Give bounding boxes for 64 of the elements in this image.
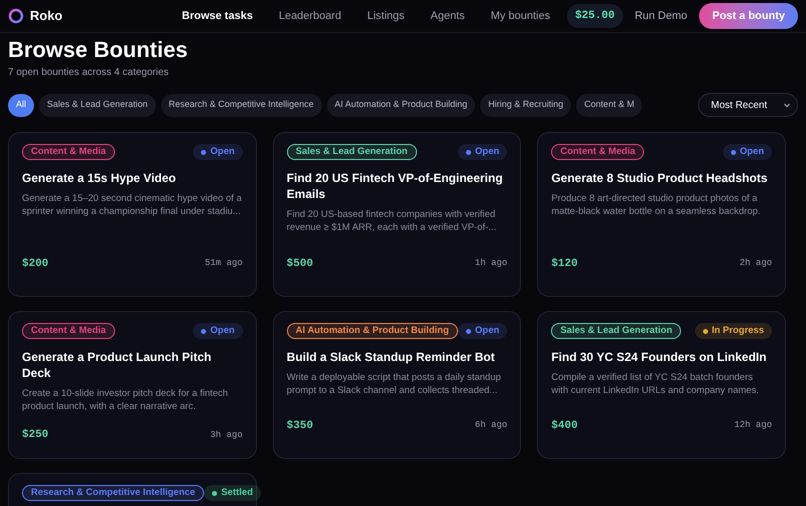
bounty-price: $350 <box>286 418 314 434</box>
status-badge: In Progress <box>694 323 772 339</box>
run-demo-link[interactable]: Run Demo <box>622 8 700 24</box>
brand-name: Roko <box>30 7 62 26</box>
filter-chip[interactable]: Research & Competitive Intelligence <box>160 94 322 116</box>
bounty-price: $500 <box>286 256 314 272</box>
nav-link[interactable]: Listings <box>354 8 418 24</box>
nav-link[interactable]: Agents <box>418 8 478 24</box>
category-tag: Content & Media <box>22 323 115 339</box>
bounty-title: Find 30 YC S24 Founders on LinkedIn <box>551 349 768 365</box>
nav-link[interactable]: My bounties <box>478 8 564 24</box>
sort-dropdown[interactable]: Most Recent <box>698 93 798 117</box>
balance-badge: $25.00 <box>567 4 623 28</box>
status-badge: Open <box>193 323 243 339</box>
filter-chip[interactable]: Hiring & Recruiting <box>480 94 572 116</box>
filter-chip[interactable]: AI Automation & Product Building <box>326 94 476 116</box>
logo-icon <box>8 8 24 24</box>
bounty-price: $200 <box>22 256 48 272</box>
bounty-card[interactable]: Content & Media Open Generate 8 Studio Product Headshots Produce 8 art-directed studio product photos of a matte-black water bottle on a seamless backdrop. $120 2h ago <box>537 132 786 297</box>
bounty-card[interactable]: AI Automation & Product Building Open Build a Slack Standup Reminder Bot Write a deployable script that posts a daily standup prompt to a Slack channel and collects threaded... $350 6h ago <box>272 311 522 459</box>
category-tag: Content & Media <box>551 144 644 160</box>
posted-time: 51m ago <box>204 257 243 270</box>
category-tag: Sales & Lead Generation <box>551 323 682 339</box>
nav-link[interactable]: Leaderboard <box>266 8 354 24</box>
bounty-description: Produce 8 art-directed studio product photos of a matte-black water bottle on a seamless backdrop. <box>551 192 762 219</box>
bounty-title: Build a Slack Standup Reminder Bot <box>286 349 496 365</box>
bounty-card[interactable]: Content & Media Open Generate a Product Launch Pitch Deck Create a 10-slide investor pitch deck for a fintech product launch, with a clear narrative arc. $250 3h ago <box>8 311 257 459</box>
bounty-title: Generate a 15s Hype Video <box>22 170 177 186</box>
bounty-description: Create a 10-slide investor pitch deck for a fintech product launch, with a clear narrative arc. <box>22 387 229 413</box>
bounty-card[interactable]: Sales & Lead Generation In Progress Find 30 YC S24 Founders on LinkedIn Compile a verified list of YC S24 batch founders with current LinkedIn URLs and company names. $400 12h ago <box>537 311 786 459</box>
bounty-description: Compile a verified list of YC S24 batch founders with current LinkedIn URLs and company names. <box>551 371 760 398</box>
status-badge: Open <box>722 144 772 160</box>
nav-link[interactable]: Browse tasks <box>168 8 266 24</box>
posted-time: 3h ago <box>210 428 243 442</box>
bounty-description: Generate a 15–20 second cinematic hype video of a sprinter winning a championship final under stadiu... <box>22 192 243 219</box>
bounty-price: $120 <box>551 256 578 272</box>
bounty-card[interactable]: Sales & Lead Generation Open Find 20 US Fintech VP-of-Engineering Emails Find 20 US-based fintech companies with verified revenue ≥ $1M ARR, each with a verified VP-of-... $500 1h ago <box>272 132 522 297</box>
posted-time: 1h ago <box>474 257 508 270</box>
bounty-description: Find 20 US-based fintech companies with verified revenue ≥ $1M ARR, each with a verified VP-of-... <box>286 208 498 235</box>
posted-time: 2h ago <box>740 257 772 270</box>
bounty-title: Find 20 US Fintech VP-of-Engineering Emails <box>286 170 504 202</box>
post-bounty-button[interactable]: Post a bounty <box>699 2 798 30</box>
filter-chip[interactable]: Content & M <box>576 94 642 116</box>
bounty-title: Generate a Product Launch Pitch Deck <box>22 349 212 381</box>
status-badge: Open <box>193 144 243 160</box>
category-tag: Research & Competitive Intelligence <box>22 485 204 501</box>
status-badge: Open <box>458 323 508 339</box>
bounty-price: $400 <box>551 418 578 434</box>
posted-time: 12h ago <box>734 419 772 432</box>
bounty-price: $250 <box>22 428 48 443</box>
page-title: Browse Bounties <box>8 36 189 64</box>
bounty-title: Generate 8 Studio Product Headshots <box>551 170 768 186</box>
bounty-card[interactable]: Content & Media Open Generate a 15s Hype Video Generate a 15–20 second cinematic hype video of a sprinter winning a championship final under stadiu... $200 51m ago <box>8 132 257 297</box>
category-tag: Content & Media <box>22 144 115 160</box>
bounty-description: Write a deployable script that posts a daily standup prompt to a Slack channel and collects threaded... <box>286 371 502 398</box>
status-badge: Open <box>458 144 508 160</box>
filter-chip[interactable]: All <box>8 94 34 116</box>
page-subtitle: 7 open bounties across 4 categories <box>8 66 170 80</box>
category-tag: Sales & Lead Generation <box>286 144 417 160</box>
filter-chip[interactable]: Sales & Lead Generation <box>39 94 156 116</box>
chevron-down-icon <box>783 101 791 109</box>
posted-time: 6h ago <box>474 419 508 432</box>
status-badge: Settled <box>204 485 261 501</box>
category-tag: AI Automation & Product Building <box>286 323 458 339</box>
